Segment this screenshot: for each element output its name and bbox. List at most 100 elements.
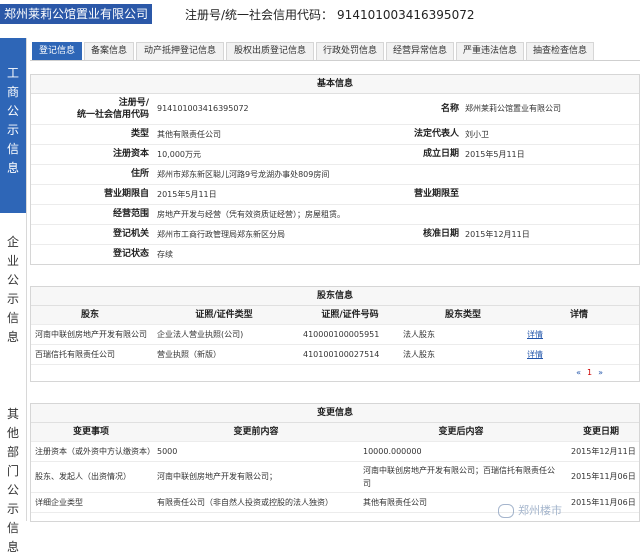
registration-line: 注册号/统一社会信用代码： 914101003416395072 (185, 6, 478, 23)
info-row: 登记状态 存续 (31, 245, 639, 264)
name-value: 郑州莱莉公馆置业有限公司 (465, 104, 561, 113)
sidebar-section-enterprise[interactable]: 企业公示信息 (0, 213, 27, 385)
watermark: 郑州楼市 (498, 502, 640, 519)
col-header: 股东类型 (444, 310, 481, 320)
info-row: 营业期限自 2015年5月11日 营业期限至 (31, 185, 639, 205)
col-header: 变更事项 (72, 427, 109, 437)
tab-bar: 登记信息 备案信息 动产抵押登记信息 股权出质登记信息 行政处罚信息 经营异常信… (30, 42, 640, 61)
authority-label: 登记机关 (112, 229, 149, 239)
shareholder-id-type: 企业法人营业执照(公司) (157, 330, 244, 339)
name-label: 名称 (440, 104, 459, 114)
shareholder-panel: 股东信息 股东 证照/证件类型 证照/证件号码 股东类型 详情 河南中联创房地产… (30, 286, 640, 382)
shareholder-id-type: 营业执照（新版） (157, 350, 221, 359)
shareholder-kind: 法人股东 (403, 330, 435, 339)
status-value: 存续 (157, 250, 173, 259)
scope-value: 房地产开发与经营（凭有效资质证经营）；房屋租赁。 (157, 210, 345, 219)
pagination: « 1 » (31, 365, 639, 381)
info-row: 注册资本 10,000万元 成立日期 2015年5月11日 (31, 145, 639, 165)
shareholder-title: 股东信息 (31, 287, 639, 306)
legal-rep-label: 法定代表人 (413, 129, 459, 139)
term-to-value (465, 185, 635, 204)
watermark-text: 郑州楼市 (518, 504, 562, 517)
established-value: 2015年5月11日 (465, 150, 525, 159)
term-to-label: 营业期限至 (413, 189, 459, 199)
reg-no-label: 注册号/统一社会信用代码 (76, 98, 149, 120)
page-header: 郑州莱莉公馆置业有限公司 注册号/统一社会信用代码： 91410100341639… (0, 0, 640, 30)
change-after: 10000.000000 (363, 447, 422, 456)
legal-rep-value: 刘小卫 (465, 130, 489, 139)
info-row: 类型 其他有限责任公司 法定代表人 刘小卫 (31, 125, 639, 145)
sidebar-section-enterprise-label: 企业公示信息 (6, 235, 19, 344)
reg-value: 914101003416395072 (337, 8, 475, 22)
change-item: 股东、发起人（出资情况） (35, 472, 131, 481)
info-row: 登记机关 郑州市工商行政管理局郑东新区分局 核准日期 2015年12月11日 (31, 225, 639, 245)
change-before: 有限责任公司（非自然人投资或控股的法人独资） (157, 498, 333, 507)
change-item: 详细企业类型 (35, 498, 83, 507)
pager-current[interactable]: 1 (587, 368, 592, 377)
detail-link[interactable]: 详情 (527, 325, 567, 344)
basic-info-panel: 基本信息 注册号/统一社会信用代码 914101003416395072 名称 … (30, 74, 640, 265)
info-row: 住所 郑州市郑东新区聪儿河路9号龙湖办事处809房间 (31, 165, 639, 185)
term-from-value: 2015年5月11日 (157, 190, 217, 199)
status-label: 登记状态 (112, 249, 149, 259)
change-title: 变更信息 (31, 404, 639, 423)
wechat-icon (498, 504, 514, 518)
pager-next[interactable]: » (598, 368, 603, 377)
sidebar-section-industry-label: 工商公示信息 (6, 66, 19, 175)
type-label: 类型 (130, 129, 149, 139)
address-label: 住所 (130, 169, 149, 179)
tab-spot-check[interactable]: 抽查检查信息 (526, 42, 594, 60)
term-from-label: 营业期限自 (103, 189, 149, 199)
shareholder-id-no: 410000100005951 (303, 330, 380, 339)
shareholder-kind: 法人股东 (403, 350, 435, 359)
table-row: 百瑞信托有限责任公司 营业执照（新版） 410100100027514 法人股东… (31, 345, 639, 365)
col-header: 变更日期 (582, 427, 619, 437)
authority-value: 郑州市工商行政管理局郑东新区分局 (157, 230, 285, 239)
company-name[interactable]: 郑州莱莉公馆置业有限公司 (0, 4, 153, 24)
change-item: 注册资本（或外资中方认缴资本） (35, 447, 153, 456)
col-header: 证照/证件号码 (321, 310, 379, 320)
tab-filing[interactable]: 备案信息 (84, 42, 134, 60)
change-before: 5000 (157, 447, 178, 456)
tab-registration[interactable]: 登记信息 (32, 42, 82, 60)
reg-no-value: 914101003416395072 (157, 104, 249, 113)
approval-date-label: 核准日期 (422, 229, 459, 239)
col-header: 变更后内容 (438, 427, 484, 437)
tab-abnormal[interactable]: 经营异常信息 (386, 42, 454, 60)
info-row: 注册号/统一社会信用代码 914101003416395072 名称 郑州莱莉公… (31, 94, 639, 125)
tab-penalty[interactable]: 行政处罚信息 (316, 42, 384, 60)
shareholder-header-row: 股东 证照/证件类型 证照/证件号码 股东类型 详情 (31, 306, 639, 325)
reg-label: 注册号/统一社会信用代码： (185, 8, 334, 22)
scope-label: 经营范围 (112, 209, 149, 219)
tab-equity-pledge[interactable]: 股权出质登记信息 (226, 42, 314, 60)
pager-prev[interactable]: « (576, 368, 581, 377)
table-row: 注册资本（或外资中方认缴资本） 5000 10000.000000 2015年1… (31, 442, 639, 462)
capital-label: 注册资本 (112, 149, 149, 159)
established-label: 成立日期 (422, 149, 459, 159)
change-date: 2015年12月11日 (571, 447, 636, 456)
shareholder-name: 河南中联创房地产开发有限公司 (35, 330, 147, 339)
change-header-row: 变更事项 变更前内容 变更后内容 变更日期 (31, 423, 639, 442)
change-date: 2015年11月06日 (571, 472, 636, 481)
type-value: 其他有限责任公司 (157, 130, 221, 139)
col-header: 证照/证件类型 (195, 310, 253, 320)
col-header: 详情 (569, 310, 588, 320)
change-after: 河南中联创房地产开发有限公司；百瑞信托有限责任公司 (363, 466, 555, 488)
change-before: 河南中联创房地产开发有限公司； (157, 472, 277, 481)
table-row: 河南中联创房地产开发有限公司 企业法人营业执照(公司) 410000100005… (31, 325, 639, 345)
table-row: 股东、发起人（出资情况） 河南中联创房地产开发有限公司； 河南中联创房地产开发有… (31, 462, 639, 493)
approval-date-value: 2015年12月11日 (465, 230, 530, 239)
col-header: 股东 (80, 310, 99, 320)
info-row: 经营范围 房地产开发与经营（凭有效资质证经营）；房屋租赁。 (31, 205, 639, 225)
tab-serious-violation[interactable]: 严重违法信息 (456, 42, 524, 60)
col-header: 变更前内容 (233, 427, 279, 437)
address-value: 郑州市郑东新区聪儿河路9号龙湖办事处809房间 (157, 170, 330, 179)
capital-value: 10,000万元 (157, 150, 201, 159)
tab-chattel-mortgage[interactable]: 动产抵押登记信息 (136, 42, 224, 60)
sidebar-section-industry[interactable]: 工商公示信息 (0, 38, 27, 213)
detail-link[interactable]: 详情 (527, 345, 567, 364)
sidebar-section-other[interactable]: 其他部门公示信息 (0, 385, 27, 554)
sidebar-section-other-label: 其他部门公示信息 (6, 407, 19, 554)
basic-info-title: 基本信息 (31, 75, 639, 94)
shareholder-name: 百瑞信托有限责任公司 (35, 350, 115, 359)
